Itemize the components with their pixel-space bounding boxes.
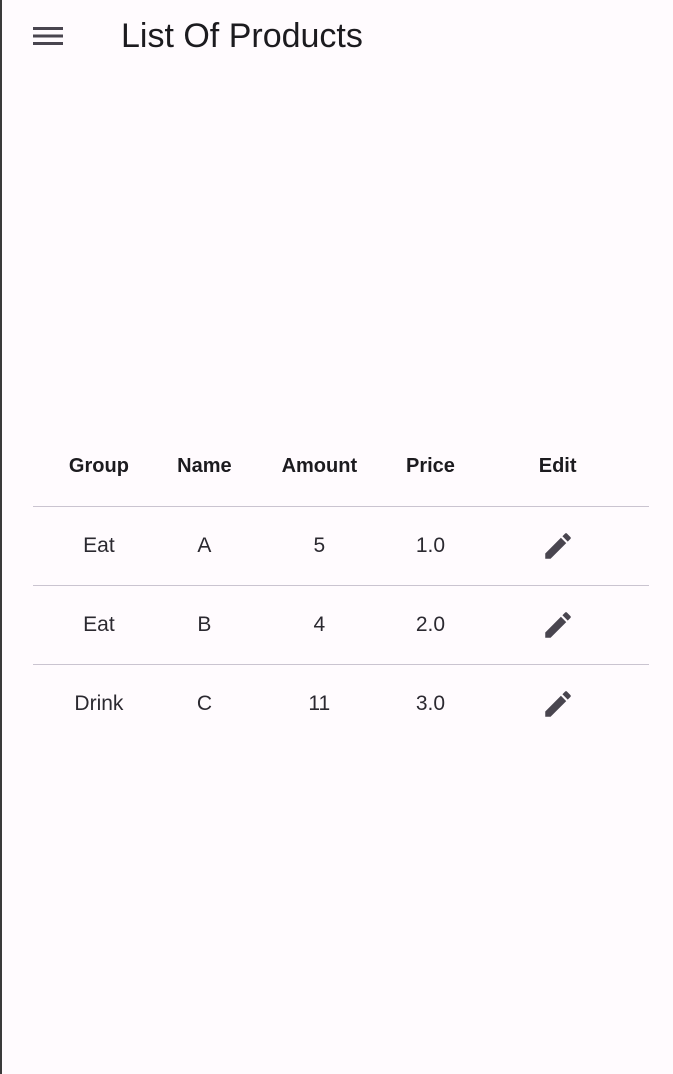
cell-group: Eat: [83, 534, 115, 557]
column-header-name[interactable]: Name: [165, 455, 244, 478]
table-row: Drink C 11 3.0: [33, 665, 649, 743]
edit-button[interactable]: [538, 684, 578, 724]
column-header-group[interactable]: Group: [33, 455, 165, 478]
column-header-price[interactable]: Price: [395, 455, 467, 478]
pencil-icon: [544, 612, 571, 638]
cell-name: B: [197, 613, 212, 636]
cell-edit: [466, 605, 649, 645]
pencil-icon: [544, 691, 571, 717]
edit-button[interactable]: [538, 605, 578, 645]
cell-amount: 11: [308, 692, 331, 715]
cell-edit: [466, 526, 649, 566]
table-row: Eat B 4 2.0: [33, 586, 649, 665]
page-title: List Of Products: [121, 17, 363, 55]
cell-group: Eat: [83, 613, 115, 636]
column-header-amount[interactable]: Amount: [244, 455, 395, 478]
cell-price: 2.0: [415, 613, 446, 636]
menu-button[interactable]: [24, 12, 72, 60]
cell-amount: 4: [313, 613, 326, 636]
edit-button[interactable]: [538, 526, 578, 566]
app-bar: List Of Products: [2, 0, 673, 72]
table-row: Eat A 5 1.0: [33, 507, 649, 586]
pencil-icon: [544, 533, 571, 559]
cell-price: 3.0: [415, 692, 446, 715]
column-header-edit: Edit: [538, 454, 577, 477]
cell-amount: 5: [313, 534, 326, 557]
cell-name: A: [197, 534, 212, 557]
cell-group: Drink: [74, 692, 124, 715]
cell-edit: [466, 684, 649, 724]
table-header-row: Group Name Amount Price Edit: [33, 426, 649, 507]
menu-icon: [33, 27, 63, 45]
cell-name: C: [196, 692, 212, 715]
products-table: Group Name Amount Price Edit Eat A 5 1.0…: [33, 426, 649, 743]
app-screen: List Of Products Group Name Amount Price…: [0, 0, 673, 1074]
cell-price: 1.0: [415, 534, 446, 557]
